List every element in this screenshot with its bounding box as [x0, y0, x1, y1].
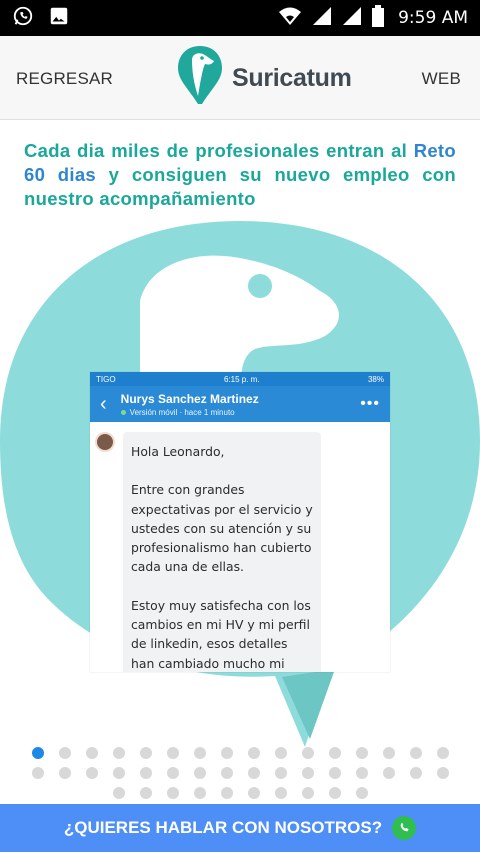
avatar	[95, 432, 115, 452]
message-paragraph-2: Estoy muy satisfecha con los cambios en …	[131, 597, 311, 671]
signal-icon	[312, 6, 332, 31]
pager-dot[interactable]	[85, 747, 98, 759]
pager-dot[interactable]	[274, 787, 287, 799]
pager-dot[interactable]	[436, 767, 449, 779]
pager-dot[interactable]	[301, 747, 314, 759]
brand-name: Suricatum	[232, 64, 352, 92]
contact-status: Versión móvil · hace 1 minuto	[120, 407, 361, 417]
whatsapp-icon	[392, 816, 417, 840]
pager-row	[0, 767, 480, 779]
main-content: Cada dia miles de profesionales entran a…	[0, 121, 480, 804]
phone-time: 6:15 p. m.	[223, 374, 260, 384]
pager-dot[interactable]	[193, 787, 206, 799]
pager-dot[interactable]	[409, 747, 422, 759]
pager-dot[interactable]	[31, 747, 44, 759]
wifi-icon	[278, 6, 302, 31]
cta-label: ¿QUIERES HABLAR CON NOSOTROS?	[63, 818, 383, 837]
pager-dot[interactable]	[274, 767, 287, 779]
headline-text-1: Cada dia miles de profesionales entran a…	[24, 140, 414, 161]
message-paragraph-1: Entre con grandes expectativas por el se…	[131, 482, 313, 575]
pager-dot[interactable]	[166, 747, 179, 759]
phone-carrier: TIGO	[96, 374, 116, 384]
testimonial-card: TIGO 6:15 p. m. 38% ‹ Nurys Sanchez Mart…	[90, 372, 390, 672]
status-right: 9:59 AM	[278, 4, 468, 32]
meerkat-logo-icon	[176, 44, 224, 111]
chat-header: ‹ Nurys Sanchez Martinez Versión móvil ·…	[90, 386, 390, 422]
pager-dot[interactable]	[112, 787, 125, 799]
pager-row	[0, 787, 480, 799]
pager-dot[interactable]	[382, 767, 395, 779]
online-dot-icon	[120, 409, 126, 415]
message-greeting: Hola Leonardo,	[131, 444, 225, 459]
phone-battery: 38%	[367, 374, 384, 384]
pager-dot[interactable]	[247, 747, 260, 759]
pager-dot[interactable]	[301, 787, 314, 799]
pager-dot[interactable]	[112, 767, 125, 779]
pager-dot[interactable]	[355, 747, 368, 759]
pager-dot[interactable]	[274, 747, 287, 759]
pager-dot[interactable]	[220, 767, 233, 779]
web-button[interactable]: WEB	[422, 69, 461, 89]
pager-dot[interactable]	[436, 747, 449, 759]
pager-dot[interactable]	[193, 767, 206, 779]
contact-status-text: Versión móvil · hace 1 minuto	[129, 407, 235, 417]
headline: Cada dia miles de profesionales entran a…	[24, 139, 456, 211]
signal-icon	[342, 6, 362, 31]
pager-dot[interactable]	[328, 787, 341, 799]
pager-dot[interactable]	[166, 787, 179, 799]
pager-dot[interactable]	[409, 767, 422, 779]
status-time: 9:59 AM	[398, 8, 468, 28]
pager-dot[interactable]	[328, 747, 341, 759]
chevron-left-icon: ‹	[100, 392, 107, 415]
app-screen: 9:59 AM REGRESAR Suricatum WEB Cada dia …	[0, 0, 480, 854]
phone-status-bar: TIGO 6:15 p. m. 38%	[90, 372, 390, 386]
pager-dot[interactable]	[58, 767, 71, 779]
status-left	[12, 5, 70, 32]
pager-dot[interactable]	[220, 747, 233, 759]
pager-dot[interactable]	[355, 787, 368, 799]
message-bubble: Hola Leonardo, Entre con grandes expecta…	[123, 432, 321, 672]
pager-dot[interactable]	[247, 787, 260, 799]
status-bar: 9:59 AM	[0, 0, 480, 36]
pager-dot[interactable]	[355, 767, 368, 779]
pager-dot[interactable]	[31, 767, 44, 779]
pager-dot[interactable]	[139, 787, 152, 799]
whatsapp-icon	[12, 5, 34, 32]
pager-dot[interactable]	[382, 747, 395, 759]
pager-dot[interactable]	[112, 747, 125, 759]
pager-dot[interactable]	[85, 767, 98, 779]
pager-dot[interactable]	[58, 747, 71, 759]
more-icon: •••	[360, 395, 380, 412]
image-icon	[48, 5, 70, 32]
battery-icon	[372, 4, 385, 32]
pager-dot[interactable]	[247, 767, 260, 779]
pager-dot[interactable]	[301, 767, 314, 779]
pager-dot[interactable]	[139, 767, 152, 779]
chat-contact: Nurys Sanchez Martinez Versión móvil · h…	[120, 391, 361, 417]
contact-name: Nurys Sanchez Martinez	[120, 391, 259, 406]
brand-logo: Suricatum	[176, 44, 352, 111]
contact-us-button[interactable]: ¿QUIERES HABLAR CON NOSOTROS?	[0, 804, 480, 852]
pager-dot[interactable]	[166, 767, 179, 779]
pager-dot[interactable]	[139, 747, 152, 759]
pager-row	[0, 747, 480, 759]
app-header: REGRESAR Suricatum WEB	[0, 36, 480, 120]
back-button[interactable]: REGRESAR	[16, 69, 113, 89]
pager-dot[interactable]	[328, 767, 341, 779]
pager-dot[interactable]	[193, 747, 206, 759]
pager-dot[interactable]	[220, 787, 233, 799]
